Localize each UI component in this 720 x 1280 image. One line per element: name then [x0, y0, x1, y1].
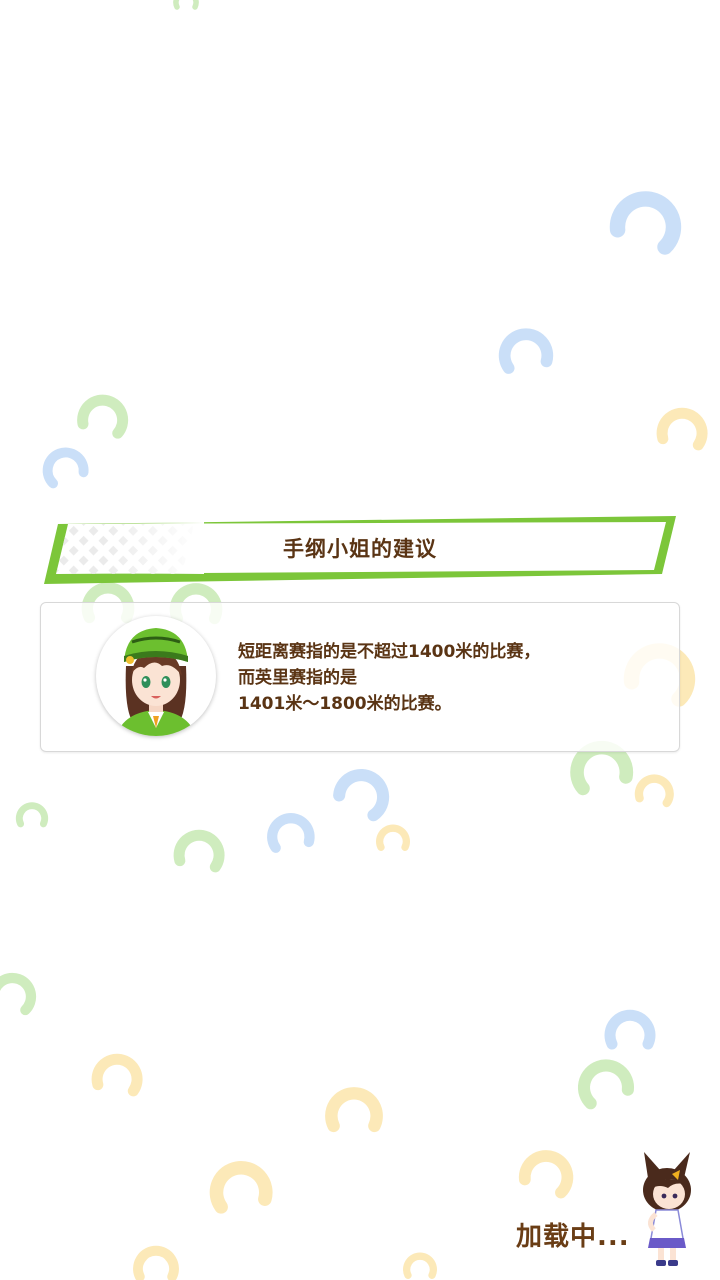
horseshoe-icon	[67, 378, 140, 451]
loading-label: 加载中...	[516, 1222, 630, 1252]
green-hat-guide-avatar-icon	[116, 628, 196, 736]
advice-card: 短距离赛指的是不超过1400米的比赛， 而英里赛指的是 1401米～1800米的…	[40, 602, 680, 752]
horseshoe-icon	[600, 1000, 660, 1060]
horseshoe-icon	[83, 1039, 153, 1109]
advice-text: 短距离赛指的是不超过1400米的比赛， 而英里赛指的是 1401米～1800米的…	[238, 639, 658, 717]
horseshoe-icon	[13, 796, 51, 834]
horseshoe-icon	[197, 1143, 283, 1229]
horseshoe-icon	[648, 393, 718, 463]
horseshoe-icon	[0, 956, 50, 1028]
horseshoe-icon	[320, 1076, 388, 1144]
horseshoe-icon	[129, 1237, 183, 1280]
horseshoe-icon	[488, 313, 562, 387]
horseshoe-icon	[628, 763, 681, 816]
horseshoe-icon	[165, 815, 235, 885]
loading-screen: 手纲小姐的建议 短距离赛指的是不超过1400米的比赛， 而英里赛指的是 1401…	[0, 0, 720, 1280]
horseshoe-icon	[562, 1040, 647, 1125]
guide-avatar	[96, 616, 216, 736]
advice-line: 短距离赛指的是不超过1400米的比赛，	[238, 642, 541, 662]
advice-line: 1401米～1800米的比赛。	[238, 694, 452, 714]
horseshoe-icon	[29, 431, 98, 500]
chibi-horse-girl-icon	[643, 1152, 691, 1266]
horseshoe-icon	[594, 166, 702, 274]
banner-title: 手纲小姐的建议	[283, 537, 437, 561]
horseshoe-icon	[171, 0, 201, 15]
horseshoe-icon	[373, 818, 413, 858]
advice-line: 而英里赛指的是	[238, 668, 357, 688]
horseshoe-icon	[400, 1246, 440, 1280]
advice-title-banner: 手纲小姐的建议	[44, 516, 676, 586]
chibi-mascot	[634, 1148, 700, 1268]
horseshoe-icon	[258, 800, 323, 865]
horseshoe-icon	[319, 747, 409, 837]
horseshoe-icon	[507, 1131, 589, 1213]
